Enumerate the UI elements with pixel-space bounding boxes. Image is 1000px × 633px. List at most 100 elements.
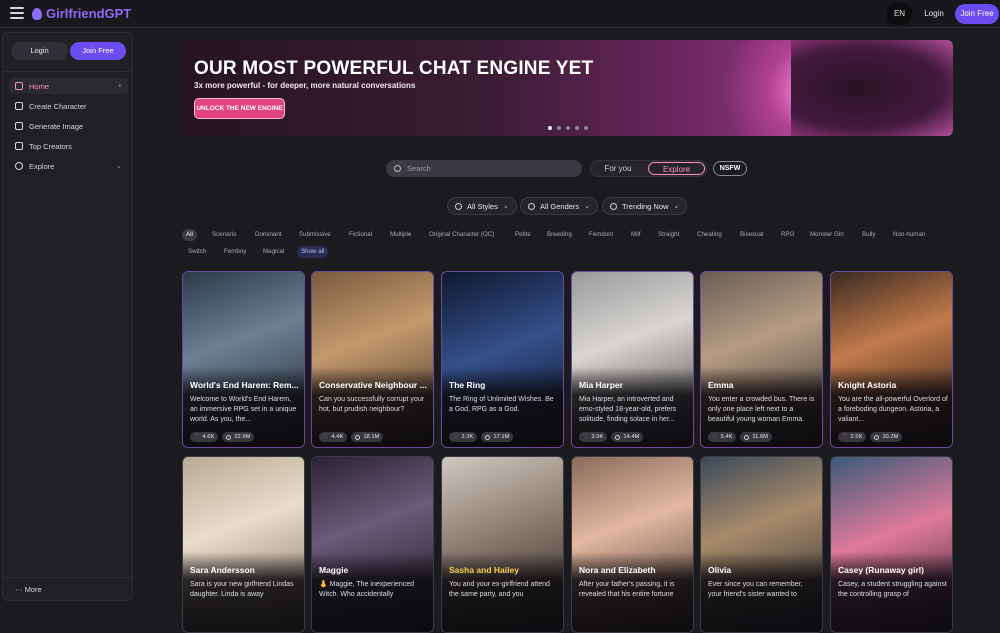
language-button[interactable]: EN: [887, 3, 912, 25]
character-description: You enter a crowded bus. There is only o…: [708, 396, 815, 423]
login-button[interactable]: Login: [917, 4, 951, 24]
filter-all-genders[interactable]: All Genders ⌄: [520, 197, 599, 215]
carousel-dot[interactable]: [566, 126, 570, 130]
card-stats: ♡ 3.9K 14.4M: [579, 432, 644, 442]
carousel-dot[interactable]: [548, 126, 552, 130]
sidebar-join-free-button[interactable]: Join Free: [70, 42, 126, 60]
filter-trending-now[interactable]: Trending Now ⌄: [602, 197, 688, 215]
character-card[interactable]: World's End Harem: Rem... Welcome to Worl…: [182, 271, 305, 448]
hero-banner[interactable]: OUR MOST POWERFUL CHAT ENGINE YET 3x mor…: [181, 40, 953, 136]
tag-straight[interactable]: Straight: [654, 229, 683, 241]
more-button[interactable]: ··· More: [15, 585, 42, 594]
character-card[interactable]: Olivia Ever since you can remember, your …: [700, 456, 823, 633]
sidebar-item-home[interactable]: Home +: [9, 78, 128, 94]
character-card[interactable]: Mia Harper Mia Harper, an introverted and…: [571, 271, 694, 448]
likes-value: 3.9K: [591, 434, 604, 440]
carousel-dot[interactable]: [584, 126, 588, 130]
sidebar-item-generate-image[interactable]: Generate Image: [9, 118, 128, 134]
tab-for-you[interactable]: For you: [598, 162, 638, 175]
card-stats: ♡ 4.4K 18.1M: [319, 432, 384, 442]
tag-rpg[interactable]: RPG: [777, 229, 798, 241]
heart-icon: ♡: [323, 434, 329, 440]
tab-explore[interactable]: Explore: [648, 162, 705, 175]
trend-icon: [610, 202, 617, 210]
show-all-tags-button[interactable]: Show all: [297, 246, 329, 258]
chats-count: 18.1M: [351, 432, 384, 442]
chat-bubble-icon: [355, 434, 361, 440]
chevron-down-icon: ⌄: [673, 203, 680, 210]
nsfw-toggle[interactable]: NSFW: [713, 161, 747, 176]
tag-petite[interactable]: Petite: [511, 229, 535, 241]
tag-femboy[interactable]: Femboy: [220, 246, 250, 258]
tag-dominant[interactable]: Dominant: [251, 229, 285, 241]
character-description: You are the all-powerful Overlord of a f…: [838, 396, 948, 423]
tag-bisexual[interactable]: Bisexual: [736, 229, 767, 241]
sidebar: Login Join Free Home + Create Character …: [2, 32, 133, 601]
chats-count: 17.1M: [481, 432, 514, 442]
character-name: Olivia: [708, 565, 732, 575]
logo[interactable]: GirlfriendGPT: [32, 6, 131, 21]
tag-switch[interactable]: Switch: [184, 246, 210, 258]
search-input[interactable]: Search: [386, 160, 582, 177]
tag-magical[interactable]: Magical: [259, 246, 288, 258]
join-free-button[interactable]: Join Free: [955, 4, 999, 24]
heart-icon: ♡: [194, 434, 200, 440]
character-card[interactable]: Sasha and Hailey You and your ex-girlfrie…: [441, 456, 564, 633]
tag-fictional[interactable]: Fictional: [345, 229, 376, 241]
character-card[interactable]: Emma You enter a crowded bus. There is on…: [700, 271, 823, 448]
tag-femdom[interactable]: Femdom: [585, 229, 617, 241]
palette-icon: [455, 202, 462, 210]
tag-milf[interactable]: Milf: [627, 229, 645, 241]
character-card[interactable]: The Ring The Ring of Unlimited Wishes. Be…: [441, 271, 564, 448]
tag-breeding[interactable]: Breeding: [543, 229, 576, 241]
hero-portrait: [791, 40, 953, 136]
character-name: Mia Harper: [579, 380, 623, 390]
filter-all-styles[interactable]: All Styles ⌄: [447, 197, 517, 215]
character-card[interactable]: Casey (Runaway girl) Casey, a student str…: [830, 456, 953, 633]
chats-count: 22.9M: [222, 432, 255, 442]
likes-count: ♡ 4.6K: [190, 432, 219, 442]
character-description: Casey, a student struggling against the …: [838, 581, 947, 598]
sidebar-item-create-character[interactable]: Create Character: [9, 98, 128, 114]
logo-text: GirlfriendGPT: [46, 6, 132, 21]
card-stats: ♡ 3.4K 11.6M: [708, 432, 773, 442]
character-name: Casey (Runaway girl): [838, 565, 924, 575]
sidebar-item-top-creators[interactable]: Top Creators: [9, 138, 128, 154]
likes-count: ♡ 3.4K: [708, 432, 737, 442]
chevron-down-icon: ⌄: [584, 203, 591, 210]
chats-count: 10.2M: [870, 432, 903, 442]
tag-cheating[interactable]: Cheating: [693, 229, 726, 241]
sidebar-login-button[interactable]: Login: [11, 42, 68, 60]
likes-count: ♡ 4.4K: [319, 432, 348, 442]
tag-submissive[interactable]: Submissive: [295, 229, 335, 241]
tag-non-human[interactable]: Non-human: [889, 229, 929, 241]
character-card[interactable]: Nora and Elizabeth After your father's pa…: [571, 456, 694, 633]
character-name: Sara Andersson: [190, 565, 255, 575]
search-placeholder: Search: [407, 164, 431, 173]
tag-monster-girl[interactable]: Monster Girl: [806, 229, 848, 241]
character-name: The Ring: [449, 380, 486, 390]
image-icon: [15, 122, 23, 130]
tag-original-character-oc-[interactable]: Original Character (OC): [425, 229, 498, 241]
likes-count: ♡ 2.5K: [838, 432, 867, 442]
tag-all[interactable]: All: [182, 229, 197, 241]
character-description: Sara is your new girlfriend Lindas daugh…: [190, 581, 294, 598]
hero-title: OUR MOST POWERFUL CHAT ENGINE YET: [194, 58, 594, 79]
character-card[interactable]: Sara Andersson Sara is your new girlfrien…: [182, 456, 305, 633]
carousel-dot[interactable]: [575, 126, 579, 130]
character-card[interactable]: Maggie 👃 Maggie, The inexperienced Witch.…: [311, 456, 434, 633]
character-card[interactable]: Conservative Neighbour ... Can you succes…: [311, 271, 434, 448]
tag-scenario[interactable]: Scenario: [208, 229, 240, 241]
tag-bully[interactable]: Bully: [858, 229, 879, 241]
sidebar-item-explore[interactable]: Explore ⌄: [9, 158, 128, 174]
unlock-engine-button[interactable]: UNLOCK THE NEW ENGINE: [194, 98, 285, 119]
menu-icon[interactable]: [10, 7, 24, 19]
chats-value: 11.6M: [752, 434, 769, 440]
chats-count: 11.6M: [740, 432, 773, 442]
gender-icon: [528, 202, 535, 210]
character-card[interactable]: Knight Astoria You are the all-powerful O…: [830, 271, 953, 448]
carousel-dot[interactable]: [557, 126, 561, 130]
character-name: Conservative Neighbour ...: [319, 380, 427, 390]
tag-multiple[interactable]: Multiple: [386, 229, 415, 241]
likes-value: 4.4K: [331, 434, 344, 440]
